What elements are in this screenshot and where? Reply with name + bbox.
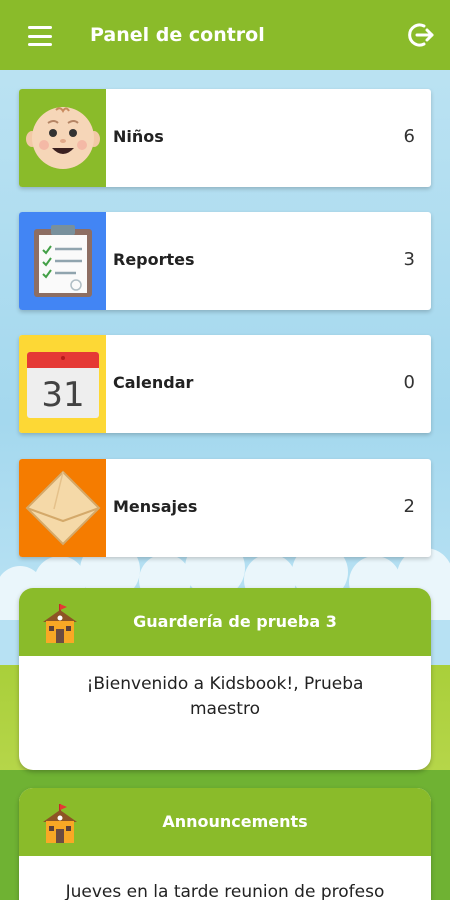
- panel-title: Guardería de prueba 3: [133, 612, 337, 631]
- app-header: Panel de control: [0, 0, 450, 70]
- page-title: Panel de control: [90, 24, 265, 46]
- calendar-day: 31: [41, 375, 84, 415]
- card-count: 3: [403, 249, 415, 270]
- hamburger-menu-icon[interactable]: [22, 22, 58, 50]
- panel-title: Announcements: [162, 812, 308, 831]
- card-reportes[interactable]: Reportes 3: [19, 212, 431, 310]
- card-label: Calendar: [113, 373, 194, 392]
- baby-face-icon: [19, 89, 106, 187]
- card-label: Reportes: [113, 250, 195, 269]
- card-label: Niños: [113, 127, 164, 146]
- daycare-panel: Guardería de prueba 3 ¡Bienvenido a Kids…: [19, 588, 431, 770]
- card-count: 0: [403, 372, 415, 393]
- card-label: Mensajes: [113, 497, 198, 516]
- card-ninos[interactable]: Niños 6: [19, 89, 431, 187]
- panel-header: Announcements: [19, 788, 431, 856]
- card-mensajes[interactable]: Mensajes 2: [19, 459, 431, 557]
- panel-body: Jueves en la tarde reunion de profeso: [65, 882, 385, 900]
- panel-body: ¡Bienvenido a Kidsbook!, Prueba maestro: [86, 674, 364, 719]
- announcements-panel: Announcements Jueves en la tarde reunion…: [19, 788, 431, 900]
- card-count: 6: [403, 126, 415, 147]
- clipboard-icon: [19, 212, 106, 310]
- panel-header: Guardería de prueba 3: [19, 588, 431, 656]
- logout-icon[interactable]: [406, 20, 436, 50]
- envelope-icon: [19, 459, 106, 557]
- card-count: 2: [403, 496, 415, 517]
- calendar-icon: 31: [19, 335, 106, 433]
- card-calendar[interactable]: 31 Calendar 0: [19, 335, 431, 433]
